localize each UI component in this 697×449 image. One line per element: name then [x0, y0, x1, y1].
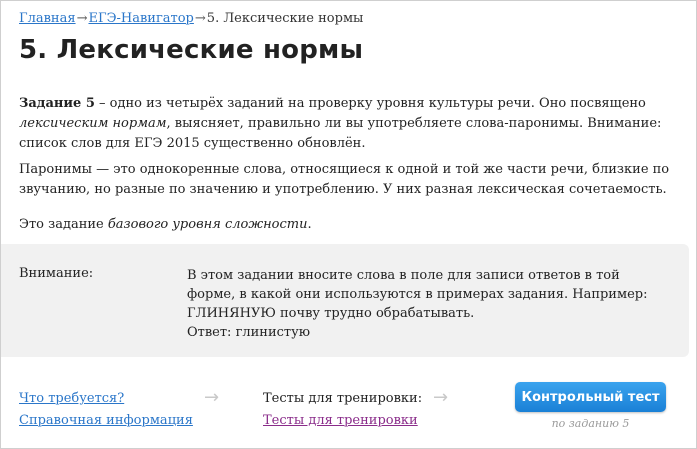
arrow-right-icon: →: [433, 387, 449, 408]
breadcrumb-current: 5. Лексические нормы: [206, 11, 364, 26]
notice-box: Внимание: В этом задании вносите слова в…: [1, 244, 689, 357]
breadcrumb-home-link[interactable]: Главная: [19, 11, 76, 26]
page-title: 5. Лексические нормы: [19, 35, 364, 65]
paronyms-paragraph: Паронимы — это однокоренные слова, относ…: [19, 162, 670, 197]
what-required-link[interactable]: Что требуется?: [19, 391, 124, 406]
training-tests-link[interactable]: Тесты для тренировки: [263, 413, 418, 428]
level-text-a: Это задание: [19, 217, 108, 232]
notice-line: В этом задании вносите слова в поле для …: [187, 268, 648, 321]
arrow-right-icon: →: [204, 387, 220, 408]
reference-info-link[interactable]: Справочная информация: [19, 413, 193, 428]
intro-paragraph: Задание 5 – одно из четырёх заданий на п…: [19, 94, 684, 154]
notice-answer: Ответ: глинистую: [187, 325, 311, 340]
intro-emphasis: лексическим нормам: [19, 116, 167, 131]
breadcrumb-navigator-link[interactable]: ЕГЭ-Навигатор: [88, 11, 193, 26]
breadcrumb-separator: →: [76, 11, 88, 26]
page-frame: Главная→ЕГЭ-Навигатор→5. Лексические нор…: [0, 0, 697, 449]
control-test-subtitle: по заданию 5: [551, 417, 630, 430]
intro-text-a: – одно из четырёх заданий на проверку ур…: [94, 96, 646, 111]
notice-text: В этом задании вносите слова в поле для …: [187, 266, 657, 342]
level-emphasis: базового уровня сложности: [107, 217, 308, 232]
level-text-b: .: [307, 217, 312, 232]
breadcrumb-separator: →: [194, 11, 206, 26]
breadcrumb: Главная→ЕГЭ-Навигатор→5. Лексические нор…: [19, 11, 363, 26]
control-test-button[interactable]: Контрольный тест: [515, 382, 666, 412]
level-paragraph: Это задание базового уровня сложности.: [19, 215, 684, 235]
task-label: Задание 5: [19, 96, 95, 111]
notice-label: Внимание:: [19, 266, 94, 281]
tests-title: Тесты для тренировки:: [263, 391, 423, 406]
